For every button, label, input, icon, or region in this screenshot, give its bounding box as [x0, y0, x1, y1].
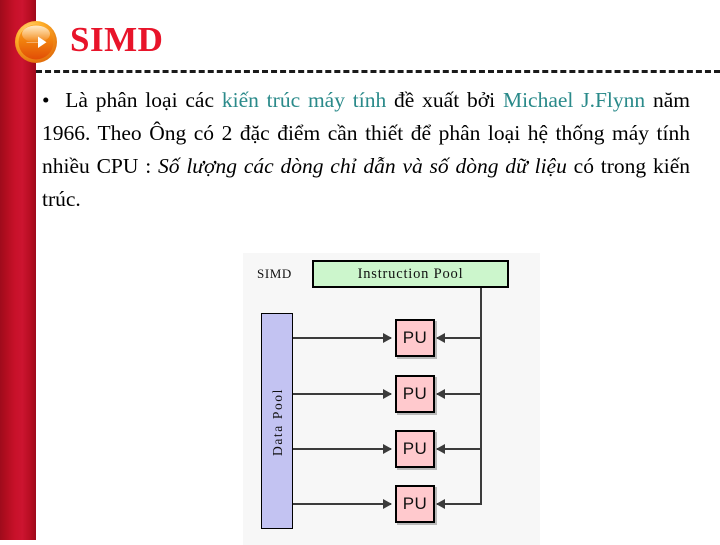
data-flow-arrow-2 — [293, 389, 392, 399]
body-run-3-link: Michael J.Flynn — [502, 88, 646, 112]
data-flow-arrow-1 — [293, 333, 392, 343]
slide-title-row: SIMD — [0, 12, 720, 68]
processing-unit-label-4: PU — [402, 494, 428, 513]
data-pool-label: Data Pool — [270, 387, 285, 457]
body-paragraph: • Là phân loại các kiến trúc máy tính đề… — [42, 84, 690, 216]
slide-accent-bar — [0, 0, 36, 540]
data-pool-box: Data Pool — [261, 313, 293, 529]
processing-unit-label-1: PU — [402, 328, 428, 347]
slide-body: • Là phân loại các kiến trúc máy tính đề… — [42, 84, 690, 216]
page-title: SIMD — [70, 20, 164, 59]
body-run-5-emphasis: Số lượng các dòng chỉ dẫn và số dòng dữ … — [158, 154, 567, 178]
processing-unit-box-2: PU — [395, 375, 435, 413]
simd-architecture-diagram: SIMD Instruction Pool Data Pool PU PU PU… — [243, 253, 540, 545]
instruction-flow-arrow-4 — [436, 499, 482, 509]
body-run-2: đề xuất bởi — [386, 88, 503, 112]
data-pool-label-wrap: Data Pool — [262, 314, 294, 530]
bullet-marker: • — [42, 88, 50, 112]
title-divider — [36, 70, 720, 73]
body-run-0: Là phân loại các — [65, 88, 222, 112]
instruction-pool-box: Instruction Pool — [312, 260, 509, 288]
processing-unit-box-4: PU — [395, 485, 435, 523]
data-flow-arrow-3 — [293, 444, 392, 454]
instruction-flow-arrow-3 — [436, 444, 482, 454]
instruction-flow-arrow-1 — [436, 333, 482, 343]
processing-unit-label-2: PU — [402, 384, 428, 403]
processing-unit-box-1: PU — [395, 319, 435, 357]
body-run-1-link: kiến trúc máy tính — [221, 88, 387, 112]
arrow-right-circle-icon — [14, 20, 58, 64]
instruction-flow-arrow-2 — [436, 389, 482, 399]
instruction-bus-line — [480, 288, 482, 504]
diagram-caption: SIMD — [257, 266, 292, 281]
data-flow-arrow-4 — [293, 499, 392, 509]
instruction-pool-label: Instruction Pool — [357, 265, 464, 282]
processing-unit-box-3: PU — [395, 430, 435, 468]
processing-unit-label-3: PU — [402, 439, 428, 458]
